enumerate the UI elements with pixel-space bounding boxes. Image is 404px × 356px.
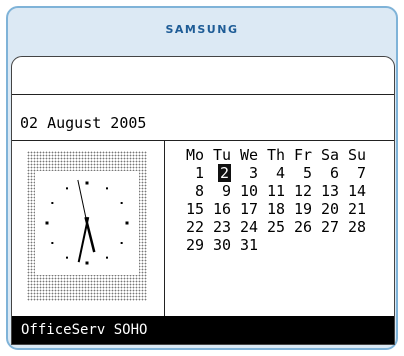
calendar-week-row: 1234567 [178, 164, 367, 182]
calendar-day[interactable]: 5 [286, 164, 313, 182]
calendar-day[interactable]: 19 [286, 200, 313, 218]
clock-tick [45, 221, 49, 225]
calendar-day[interactable]: 22 [178, 218, 205, 236]
calendar-day[interactable]: 28 [340, 218, 367, 236]
calendar-grid: Mo Tu We Th Fr Sa Su 1 2 3 4 5 6 7 8 9 10 11 12 13 14 15 16 17… [178, 146, 367, 254]
calendar-day[interactable]: 1 [178, 164, 205, 182]
calendar-day [313, 236, 340, 254]
clock-tick [85, 261, 89, 265]
clock-second-hand [77, 179, 89, 229]
calendar-day[interactable]: 20 [313, 200, 340, 218]
calendar-day[interactable]: 9 [205, 182, 232, 200]
calendar-day[interactable]: 13 [313, 182, 340, 200]
calendar-week-row: 22 23 24 25 26 27 28 [178, 218, 367, 236]
weekday-label: Sa [320, 146, 339, 164]
calendar-day [340, 236, 367, 254]
phone-display-frame: SAMSUNG 02 August 2005 Mo Tu We Th Fr Sa Su 12… [6, 6, 398, 350]
calendar-day[interactable]: 7 [340, 164, 367, 182]
calendar-week-row: 15 16 17 18 19 20 21 [178, 200, 367, 218]
header-divider [12, 94, 394, 95]
calendar-day[interactable]: 11 [259, 182, 286, 200]
weekday-label: Tu [212, 146, 231, 164]
calendar-week-row: 8 9 10 11 12 13 14 [178, 182, 367, 200]
clock-tick [51, 202, 54, 204]
clock-tick [120, 202, 123, 204]
calendar-day[interactable]: 18 [259, 200, 286, 218]
calendar-day[interactable]: 8 [178, 182, 205, 200]
calendar-day-selected[interactable]: 2 [205, 164, 232, 182]
calendar-day[interactable]: 23 [205, 218, 232, 236]
status-bar: OfficeServ SOHO [12, 316, 394, 344]
clock-face-icon [45, 179, 129, 265]
weekday-label: Th [266, 146, 285, 164]
lcd-screen: 02 August 2005 Mo Tu We Th Fr Sa Su 1234567891… [11, 56, 395, 345]
clock-tick [120, 242, 123, 244]
calendar-day[interactable]: 15 [178, 200, 205, 218]
weekday-label: Fr [293, 146, 312, 164]
calendar-day[interactable]: 3 [232, 164, 259, 182]
analog-clock [35, 171, 139, 275]
calendar-day [259, 236, 286, 254]
calendar-day[interactable]: 26 [286, 218, 313, 236]
calendar-day[interactable]: 27 [313, 218, 340, 236]
clock-panel [12, 141, 165, 316]
calendar-week-row: 29 30 31 [178, 236, 367, 254]
clock-tick [125, 221, 129, 225]
calendar-day[interactable]: 25 [259, 218, 286, 236]
weekday-label: We [239, 146, 258, 164]
weekday-label: Mo [185, 146, 204, 164]
date-display: 02 August 2005 [20, 114, 147, 132]
calendar-day [286, 236, 313, 254]
clock-tick [66, 256, 68, 259]
clock-tick [106, 256, 108, 259]
calendar-day[interactable]: 16 [205, 200, 232, 218]
calendar-day[interactable]: 4 [259, 164, 286, 182]
calendar-day[interactable]: 10 [232, 182, 259, 200]
calendar-day[interactable]: 14 [340, 182, 367, 200]
clock-tick [51, 242, 54, 244]
clock-tick [106, 187, 108, 190]
calendar-day[interactable]: 21 [340, 200, 367, 218]
calendar-day[interactable]: 12 [286, 182, 313, 200]
weekday-label: Su [347, 146, 366, 164]
brand-logo: SAMSUNG [165, 23, 239, 36]
calendar-day[interactable]: 17 [232, 200, 259, 218]
calendar-day[interactable]: 6 [313, 164, 340, 182]
clock-tick [85, 181, 89, 185]
calendar-day[interactable]: 31 [232, 236, 259, 254]
calendar-panel: Mo Tu We Th Fr Sa Su 1 2 3 4 5 6 7 8 9 10 11 12 13 14 15 16 17… [164, 141, 394, 316]
calendar-day[interactable]: 24 [232, 218, 259, 236]
clock-tick [66, 187, 68, 190]
calendar-day[interactable]: 29 [178, 236, 205, 254]
calendar-day[interactable]: 30 [205, 236, 232, 254]
weekday-header-row: Mo Tu We Th Fr Sa Su [178, 146, 367, 164]
